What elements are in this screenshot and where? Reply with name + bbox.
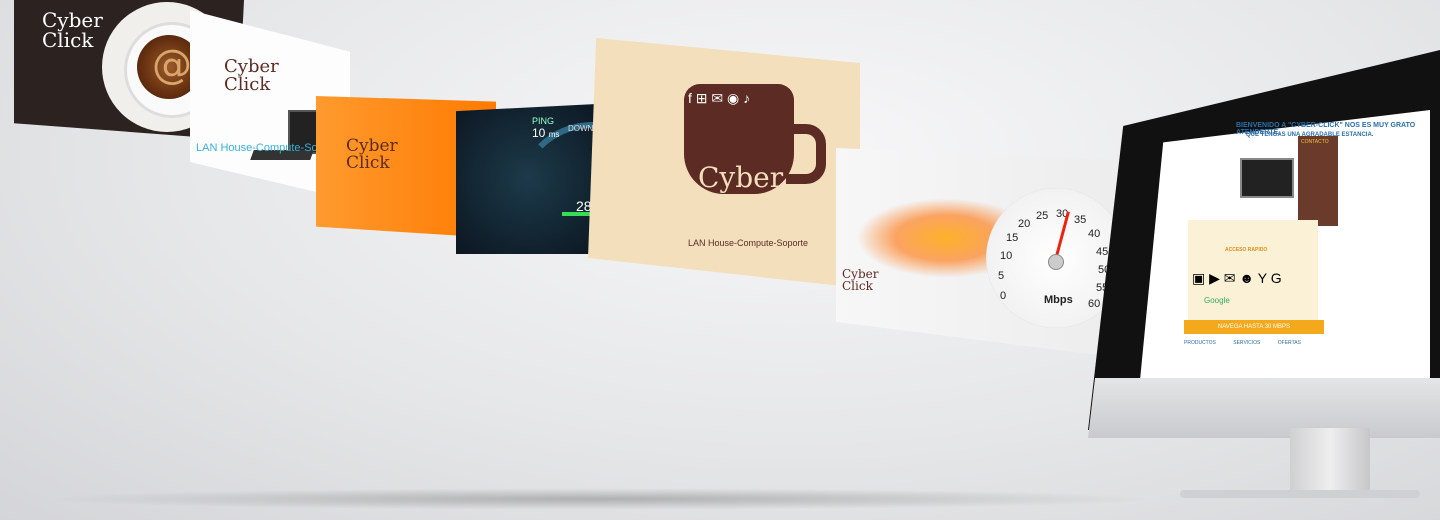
website-hero-image — [1240, 158, 1294, 198]
floor-shadow — [40, 488, 1160, 510]
yahoo-icon[interactable]: Y — [1258, 270, 1267, 286]
gauge-number: 5 — [998, 270, 1005, 282]
logo-word-cyber: Cyber — [698, 161, 784, 194]
google-mail-icon[interactable]: G — [1271, 270, 1282, 286]
section-products[interactable]: PRODUCTOS — [1184, 340, 1216, 346]
facebook-icon[interactable]: ▣ — [1192, 270, 1205, 286]
section-offers[interactable]: OFERTAS — [1278, 340, 1301, 346]
facebook-icon: f — [688, 90, 692, 106]
website-contact-box: CONTACTO — [1298, 136, 1338, 226]
windows-icon: ⊞ — [695, 90, 708, 106]
mail-icon[interactable]: ✉ — [1224, 270, 1236, 286]
youtube-icon[interactable]: ▶ — [1209, 270, 1220, 286]
panel-coffee-logo: Cyber Click — [42, 8, 103, 52]
panel-orange-logo: Cyber Click — [346, 136, 398, 173]
camera-icon: ◉ — [727, 90, 740, 106]
logo-tagline: LAN House-Compute-Soporte — [688, 238, 809, 248]
panel-speedometer-logo: Cyber Click — [842, 267, 879, 293]
website-google-search[interactable]: Google — [1204, 296, 1230, 305]
gauge-number: 35 — [1074, 214, 1087, 226]
chat-icon[interactable]: ☻ — [1239, 270, 1254, 286]
section-services[interactable]: SERVICIOS — [1233, 340, 1260, 346]
logo-word-click: Click — [730, 196, 802, 229]
cup-handle — [786, 124, 826, 184]
gauge-number: 0 — [1000, 290, 1007, 302]
ping-label: PING — [532, 116, 555, 126]
social-icons: f ⊞ ✉ ◉ ♪ — [688, 90, 750, 107]
sound-icon: ♪ — [743, 90, 751, 106]
website-quick-access-title: ACCESO RAPIDO — [1225, 247, 1268, 253]
panel-computer-logo: Cyber Click — [224, 56, 279, 95]
gauge-hub — [1048, 254, 1064, 270]
mail-icon: ✉ — [711, 90, 724, 106]
imac-mockup: BIENVENIDO A "CYBER-CLICK" NOS ES MUY GR… — [1088, 50, 1440, 440]
website-sections: PRODUCTOS SERVICIOS OFERTAS — [1184, 340, 1317, 346]
imac-stand — [1290, 428, 1370, 498]
gauge-number: 25 — [1036, 210, 1049, 222]
ping-value: 10 ms — [532, 126, 560, 140]
website-quick-icons: ▣ ▶ ✉ ☻ Y G — [1192, 270, 1282, 287]
gauge-number: 15 — [1006, 232, 1019, 244]
panel-logo: f ⊞ ✉ ◉ ♪ Cyber Click LAN House-Compute-… — [588, 38, 860, 288]
gauge-number: 10 — [1000, 250, 1013, 262]
website-speed-banner: NAVEGA HASTA 30 MBPS — [1184, 320, 1324, 334]
gauge-number: 20 — [1018, 218, 1031, 230]
gauge-unit: Mbps — [1044, 294, 1073, 306]
imac-stand-base — [1180, 490, 1420, 498]
at-sign-icon: @ — [152, 42, 192, 88]
imac-chin — [1088, 378, 1440, 438]
